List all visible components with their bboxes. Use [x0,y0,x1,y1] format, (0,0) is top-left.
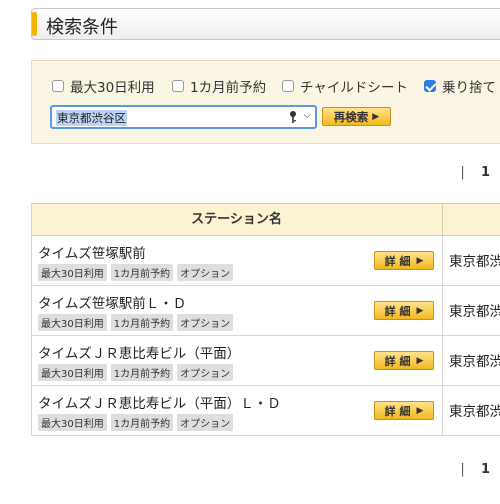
tag-max30: 最大30日利用 [38,364,107,381]
childseat-checkbox[interactable] [282,80,294,92]
search-conditions-header: 検索条件 [31,8,500,40]
pager-bottom: | 1 [460,462,490,477]
key-icon [290,111,296,123]
header-accent-bar [32,12,37,36]
search-panel: 最大30日利用 1カ月前予約 チャイルドシート 乗り捨て 東京都渋谷区 ⌵ 再検… [31,60,500,144]
tag-option: オプション [177,364,234,381]
pager-separator: | [460,165,465,180]
station-address: 東京都渋 [449,304,500,320]
station-address: 東京都渋 [449,354,500,370]
tag-max30: 最大30日利用 [38,414,107,431]
pager-top: | 1 [460,165,490,180]
table-left-border [31,203,32,436]
station-name[interactable]: タイムズ笹塚駅前Ｌ・Ｄ [38,292,186,312]
table-row: タイムズ笹塚駅前 最大30日利用 1カ月前予約 オプション 詳 細 ▶ 東京都渋 [31,236,500,286]
tag-1month: 1カ月前予約 [110,264,174,281]
station-name[interactable]: タイムズ笹塚駅前 [38,242,146,262]
tag-option: オプション [177,314,234,331]
tag-1month: 1カ月前予約 [110,364,174,381]
tag-1month: 1カ月前予約 [110,414,174,431]
research-button[interactable]: 再検索 ▶ [322,107,391,126]
table-header: ステーション名 [31,203,500,236]
table-row: タイムズＪＲ恵比寿ビル（平面）Ｌ・Ｄ 最大30日利用 1カ月前予約 オプション … [31,386,500,436]
play-arrow-icon: ▶ [416,305,424,316]
station-name[interactable]: タイムズＪＲ恵比寿ビル（平面）Ｌ・Ｄ [38,392,281,412]
option-1month[interactable]: 1カ月前予約 [172,77,267,96]
1month-checkbox[interactable] [172,80,184,92]
detail-button[interactable]: 詳 細 ▶ [374,301,434,320]
play-arrow-icon: ▶ [372,111,380,122]
play-arrow-icon: ▶ [416,255,424,266]
tag-option: オプション [177,414,234,431]
option-max30[interactable]: 最大30日利用 [52,77,155,96]
station-address: 東京都渋 [449,404,500,420]
column-header-station: ステーション名 [31,204,443,235]
detail-label: 詳 細 [384,254,411,268]
research-button-label: 再検索 [333,109,369,124]
page-title: 検索条件 [46,17,118,38]
pager-page-1[interactable]: 1 [481,462,490,477]
oneway-checkbox[interactable] [424,80,436,92]
detail-label: 詳 細 [384,304,411,318]
pager-page-1[interactable]: 1 [481,165,490,180]
tag-option: オプション [177,264,234,281]
option-childseat[interactable]: チャイルドシート [282,77,408,96]
pager-separator: | [460,462,465,477]
detail-label: 詳 細 [384,404,411,418]
tag-max30: 最大30日利用 [38,314,107,331]
childseat-label: チャイルドシート [300,80,408,96]
station-address: 東京都渋 [449,254,500,270]
1month-label: 1カ月前予約 [190,80,267,96]
max30-checkbox[interactable] [52,80,64,92]
location-input[interactable]: 東京都渋谷区 ⌵ [50,105,317,129]
detail-label: 詳 細 [384,354,411,368]
tag-1month: 1カ月前予約 [110,314,174,331]
chevron-down-icon[interactable]: ⌵ [303,110,311,121]
location-value: 東京都渋谷区 [56,110,127,126]
option-oneway[interactable]: 乗り捨て [424,77,496,96]
play-arrow-icon: ▶ [416,355,424,366]
oneway-label: 乗り捨て [442,80,496,96]
detail-button[interactable]: 詳 細 ▶ [374,401,434,420]
max30-label: 最大30日利用 [70,80,155,96]
play-arrow-icon: ▶ [416,405,424,416]
detail-button[interactable]: 詳 細 ▶ [374,251,434,270]
detail-button[interactable]: 詳 細 ▶ [374,351,434,370]
tag-max30: 最大30日利用 [38,264,107,281]
station-name[interactable]: タイムズＪＲ恵比寿ビル（平面） [38,342,240,362]
table-row: タイムズ笹塚駅前Ｌ・Ｄ 最大30日利用 1カ月前予約 オプション 詳 細 ▶ 東… [31,286,500,336]
table-row: タイムズＪＲ恵比寿ビル（平面） 最大30日利用 1カ月前予約 オプション 詳 細… [31,336,500,386]
